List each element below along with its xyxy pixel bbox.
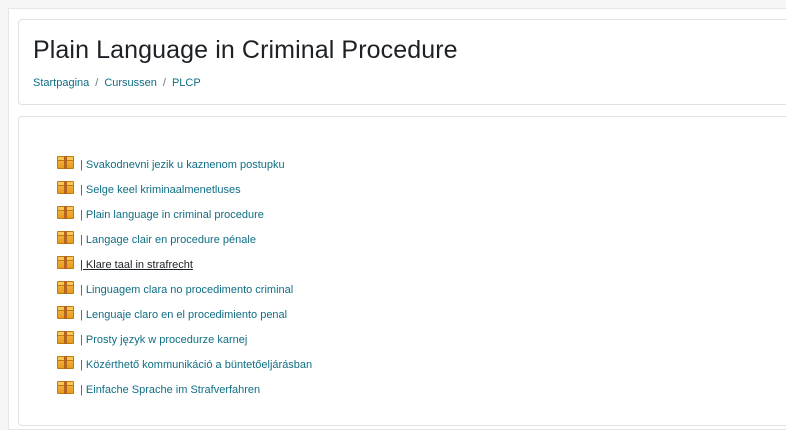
page-title: Plain Language in Criminal Procedure xyxy=(33,36,458,64)
course-list: | Svakodnevni jezik u kaznenom postupku … xyxy=(57,152,312,402)
package-icon xyxy=(57,381,74,394)
course-link-hovered[interactable]: | Klare taal in strafrecht xyxy=(80,259,193,271)
course-link[interactable]: | Langage clair en procedure pénale xyxy=(80,234,256,246)
package-icon xyxy=(57,181,74,194)
list-item: | Prosty język w procedurze karnej xyxy=(57,327,312,352)
list-item: | Langage clair en procedure pénale xyxy=(57,227,312,252)
breadcrumb: Startpagina / Cursussen / PLCP xyxy=(33,77,201,89)
course-link[interactable]: | Selge keel kriminaalmenetluses xyxy=(80,184,241,196)
course-link[interactable]: | Közérthető kommunikáció a büntetőeljár… xyxy=(80,359,312,371)
breadcrumb-cursussen[interactable]: Cursussen xyxy=(104,77,157,89)
list-item: | Svakodnevni jezik u kaznenom postupku xyxy=(57,152,312,177)
package-icon xyxy=(57,331,74,344)
course-link[interactable]: | Lenguaje claro en el procedimiento pen… xyxy=(80,309,287,321)
course-link[interactable]: | Prosty język w procedurze karnej xyxy=(80,334,247,346)
list-item: | Klare taal in strafrecht xyxy=(57,252,312,277)
list-item: | Közérthető kommunikáció a büntetőeljár… xyxy=(57,352,312,377)
course-link[interactable]: | Plain language in criminal procedure xyxy=(80,209,264,221)
list-item: | Linguagem clara no procedimento crimin… xyxy=(57,277,312,302)
package-icon xyxy=(57,206,74,219)
course-link[interactable]: | Linguagem clara no procedimento crimin… xyxy=(80,284,293,296)
breadcrumb-startpagina[interactable]: Startpagina xyxy=(33,77,89,89)
package-icon xyxy=(57,231,74,244)
course-link[interactable]: | Svakodnevni jezik u kaznenom postupku xyxy=(80,159,285,171)
course-list-card: | Svakodnevni jezik u kaznenom postupku … xyxy=(18,116,786,426)
package-icon xyxy=(57,156,74,169)
package-icon xyxy=(57,256,74,269)
package-icon xyxy=(57,306,74,319)
package-icon xyxy=(57,356,74,369)
list-item: | Plain language in criminal procedure xyxy=(57,202,312,227)
package-icon xyxy=(57,281,74,294)
breadcrumb-plcp[interactable]: PLCP xyxy=(172,77,201,89)
list-item: | Selge keel kriminaalmenetluses xyxy=(57,177,312,202)
breadcrumb-separator: / xyxy=(95,77,99,89)
list-item: | Lenguaje claro en el procedimiento pen… xyxy=(57,302,312,327)
course-link[interactable]: | Einfache Sprache im Strafverfahren xyxy=(80,384,260,396)
list-item: | Einfache Sprache im Strafverfahren xyxy=(57,377,312,402)
breadcrumb-separator: / xyxy=(162,77,166,89)
page-header: Plain Language in Criminal Procedure Sta… xyxy=(18,19,786,105)
